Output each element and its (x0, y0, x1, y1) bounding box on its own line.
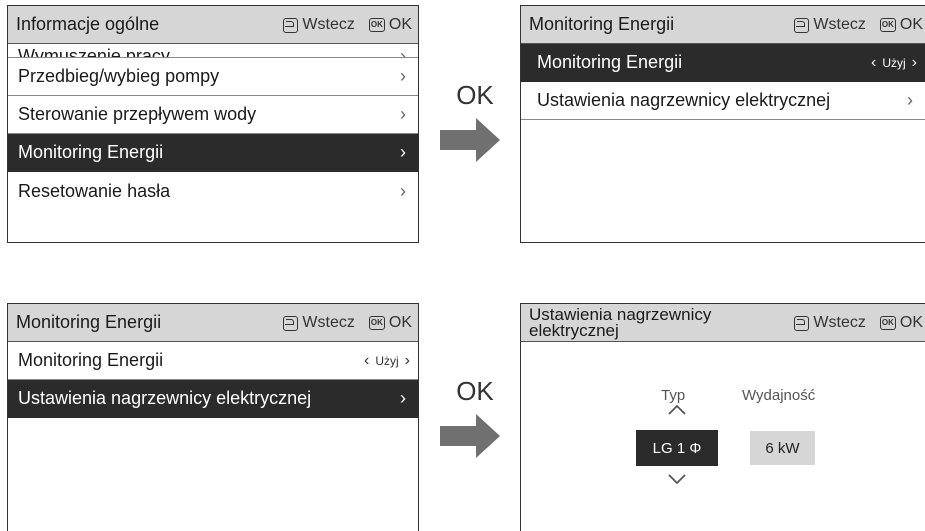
header: Monitoring Energii Wstecz OK OK (8, 304, 418, 342)
screen-energy-monitoring-a: Monitoring Energii Wstecz OK OK Monitori… (520, 5, 925, 243)
header-actions: Wstecz OK OK (283, 6, 412, 44)
menu-item-energy-monitoring[interactable]: Monitoring Energii ‹ Użyj › (521, 44, 925, 82)
menu-item-label: Monitoring Energii (537, 52, 683, 72)
back-icon[interactable] (794, 17, 810, 33)
menu-item-label: Monitoring Energii (18, 142, 164, 162)
back-icon[interactable] (794, 315, 810, 331)
back-icon[interactable] (283, 315, 299, 331)
menu-item-label: Sterowanie przepływem wody (18, 104, 257, 124)
menu-item-label: Ustawienia nagrzewnicy elektrycznej (18, 388, 312, 408)
chevron-right-icon: › (400, 104, 406, 124)
settings-body: Typ Wydajność LG 1 Φ 6 kW (521, 342, 925, 531)
menu-item-energy-monitoring[interactable]: Monitoring Energii › (8, 134, 418, 172)
value-selector[interactable]: ‹ Użyj › (871, 54, 917, 72)
list-item-label: Wymuszenie pracy (18, 46, 170, 58)
back-button[interactable]: Wstecz (302, 16, 354, 34)
type-selector[interactable]: LG 1 Φ (636, 430, 718, 466)
page-title: Informacje ogólne (16, 14, 160, 34)
ok-transition-top: OK (438, 80, 508, 162)
chevron-up-icon[interactable] (667, 404, 687, 416)
ok-icon[interactable]: OK (368, 316, 385, 330)
ok-button[interactable]: OK (389, 16, 412, 34)
menu-item-label: Resetowanie hasła (18, 180, 171, 201)
menu-item-heater-settings[interactable]: Ustawienia nagrzewnicy elektrycznej › (8, 380, 418, 418)
header-actions: Wstecz OK OK (794, 304, 923, 342)
chevron-right-icon: › (400, 180, 406, 201)
ok-button[interactable]: OK (389, 314, 412, 332)
ok-transition-label: OK (456, 80, 494, 110)
menu-item-label: Przedbieg/wybieg pompy (18, 66, 220, 86)
menu-item-pump[interactable]: Przedbieg/wybieg pompy › (8, 58, 418, 96)
chevron-down-icon[interactable] (667, 473, 687, 485)
header: Ustawienia nagrzewnicy elektrycznej Wste… (521, 304, 925, 342)
header-actions: Wstecz OK OK (283, 304, 412, 342)
chevron-right-icon: › (400, 66, 406, 86)
use-value: Użyj (375, 353, 399, 368)
screen-energy-monitoring-b: Monitoring Energii Wstecz OK OK Monitori… (7, 303, 419, 531)
use-value: Użyj (882, 55, 906, 70)
capacity-value[interactable]: 6 kW (750, 431, 815, 465)
chevron-right-icon: › (400, 142, 406, 162)
chevron-left-icon[interactable]: ‹ (364, 352, 369, 370)
page-title: Monitoring Energii (529, 14, 675, 34)
screen-general-info: Informacje ogólne Wstecz OK OK Wymuszeni… (7, 5, 419, 243)
ok-transition-label: OK (456, 376, 494, 406)
header: Informacje ogólne Wstecz OK OK (8, 6, 418, 44)
chevron-right-icon: › (400, 46, 406, 58)
back-button[interactable]: Wstecz (302, 314, 354, 332)
page-title: Monitoring Energii (16, 312, 162, 332)
back-button[interactable]: Wstecz (813, 314, 865, 332)
ok-icon[interactable]: OK (879, 18, 896, 32)
chevron-left-icon[interactable]: ‹ (871, 54, 876, 72)
chevron-right-icon: › (907, 90, 913, 110)
list-item-cut[interactable]: Wymuszenie pracy › (8, 44, 418, 58)
menu-item-water-flow[interactable]: Sterowanie przepływem wody › (8, 96, 418, 134)
ok-button[interactable]: OK (900, 314, 923, 332)
chevron-right-icon: › (400, 388, 406, 408)
menu-item-password-reset[interactable]: Resetowanie hasła › (8, 172, 418, 210)
ok-transition-bottom: OK (438, 376, 508, 458)
header-actions: Wstecz OK OK (794, 6, 923, 44)
back-icon[interactable] (283, 17, 299, 33)
ok-icon[interactable]: OK (368, 18, 385, 32)
ok-icon[interactable]: OK (879, 316, 896, 330)
page-title: Ustawienia nagrzewnicy elektrycznej (529, 304, 712, 340)
chevron-right-icon[interactable]: › (912, 54, 917, 72)
screen-heater-settings: Ustawienia nagrzewnicy elektrycznej Wste… (520, 303, 925, 531)
value-selector[interactable]: ‹ Użyj › (364, 352, 410, 370)
menu-item-label: Monitoring Energii (18, 350, 164, 370)
menu-item-label: Ustawienia nagrzewnicy elektrycznej (537, 90, 831, 110)
arrow-right-icon (440, 118, 500, 162)
capacity-label: Wydajność (742, 387, 816, 404)
chevron-right-icon[interactable]: › (405, 352, 410, 370)
menu-item-heater-settings[interactable]: Ustawienia nagrzewnicy elektrycznej › (521, 82, 925, 120)
header: Monitoring Energii Wstecz OK OK (521, 6, 925, 44)
type-label: Typ (661, 387, 686, 404)
arrow-right-icon (440, 414, 500, 458)
ok-button[interactable]: OK (900, 16, 923, 34)
back-button[interactable]: Wstecz (813, 16, 865, 34)
menu-item-energy-monitoring[interactable]: Monitoring Energii ‹ Użyj › (8, 342, 418, 380)
